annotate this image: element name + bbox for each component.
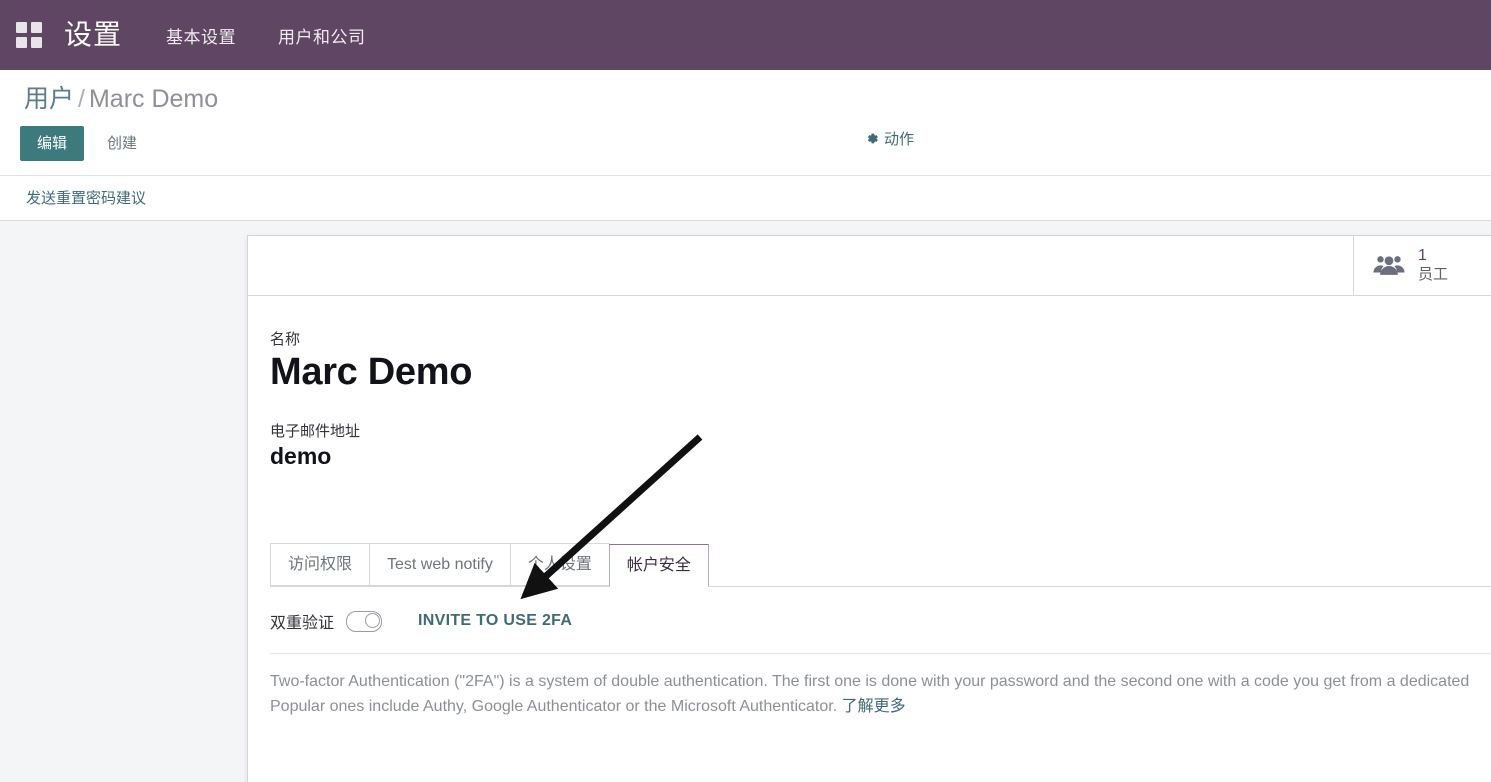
two-factor-label: 双重验证 xyxy=(270,615,335,633)
description-line-2: Popular ones include Authy, Google Authe… xyxy=(270,698,838,716)
breadcrumb: 用户 / Marc Demo xyxy=(0,85,1491,114)
grid-square xyxy=(16,22,27,33)
stat-label: 员工 xyxy=(1418,265,1449,283)
edit-button[interactable]: 编辑 xyxy=(20,125,85,161)
stat-button-row: 1 员工 xyxy=(248,235,1491,296)
grid-square xyxy=(16,37,27,48)
name-field-label: 名称 xyxy=(270,330,301,348)
tab-test-web-notify[interactable]: Test web notify xyxy=(369,542,511,587)
stat-button-employees[interactable]: 1 员工 xyxy=(1353,235,1491,295)
section-divider xyxy=(270,653,1491,655)
top-navbar: 设置 基本设置 用户和公司 xyxy=(0,0,1491,70)
toggle-knob xyxy=(365,612,381,628)
users-icon xyxy=(1373,256,1405,275)
email-field-value[interactable]: demo xyxy=(270,443,1491,471)
breadcrumb-current: Marc Demo xyxy=(88,85,219,113)
menu-item-users-companies[interactable]: 用户和公司 xyxy=(278,23,366,48)
breadcrumb-separator: / xyxy=(78,85,85,113)
learn-more-link[interactable]: 了解更多 xyxy=(842,698,906,715)
tab-preferences[interactable]: 个人设置 xyxy=(509,542,610,587)
stat-button-text: 1 员工 xyxy=(1418,247,1448,283)
name-field-value[interactable]: Marc Demo xyxy=(270,351,1491,395)
tab-account-security[interactable]: 帐户安全 xyxy=(608,543,709,588)
odoo-settings-window: 设置 基本设置 用户和公司 用户 / Marc Demo 编辑 创建 动作 发送重置… xyxy=(0,0,1491,782)
send-password-reset-button[interactable]: 发送重置密码建议 xyxy=(26,187,146,208)
control-panel-buttons: 编辑 创建 动作 xyxy=(0,114,1491,175)
breadcrumb-root[interactable]: 用户 xyxy=(24,85,74,113)
create-button[interactable]: 创建 xyxy=(92,126,152,161)
grid-square xyxy=(31,37,42,48)
record-action-bar: 发送重置密码建议 xyxy=(0,175,1491,221)
tab-access-rights[interactable]: 访问权限 xyxy=(270,542,371,587)
form-sheet: 1 员工 名称 Marc Demo 电子邮件地址 demo 访问权限 Test … xyxy=(247,234,1491,782)
two-factor-row: 双重验证 INVITE TO USE 2FA xyxy=(270,587,1491,633)
action-dropdown[interactable]: 动作 xyxy=(866,128,914,149)
description-line-2-wrap: Popular ones include Authy, Google Authe… xyxy=(270,695,1491,720)
two-factor-description: Two-factor Authentication ("2FA") is a s… xyxy=(270,670,1491,720)
stat-value: 1 xyxy=(1418,247,1427,265)
notebook-tabs: 访问权限 Test web notify 个人设置 帐户安全 xyxy=(270,542,1491,588)
apps-grid-icon[interactable] xyxy=(16,22,42,48)
gear-icon xyxy=(868,133,878,143)
grid-square xyxy=(31,22,42,33)
email-field-label: 电子邮件地址 xyxy=(270,423,361,441)
form-body: 名称 Marc Demo 电子邮件地址 demo 访问权限 Test web n… xyxy=(248,296,1491,720)
description-line-1: Two-factor Authentication ("2FA") is a s… xyxy=(270,673,1470,691)
action-dropdown-label: 动作 xyxy=(884,130,915,148)
control-panel: 用户 / Marc Demo 编辑 创建 动作 xyxy=(0,70,1491,176)
two-factor-toggle[interactable] xyxy=(346,610,383,632)
menu-item-general-settings[interactable]: 基本设置 xyxy=(166,23,236,48)
invite-to-use-2fa-button[interactable]: INVITE TO USE 2FA xyxy=(418,612,572,630)
content-area: 1 员工 名称 Marc Demo 电子邮件地址 demo 访问权限 Test … xyxy=(0,220,1491,782)
app-title[interactable]: 设置 xyxy=(64,21,122,49)
